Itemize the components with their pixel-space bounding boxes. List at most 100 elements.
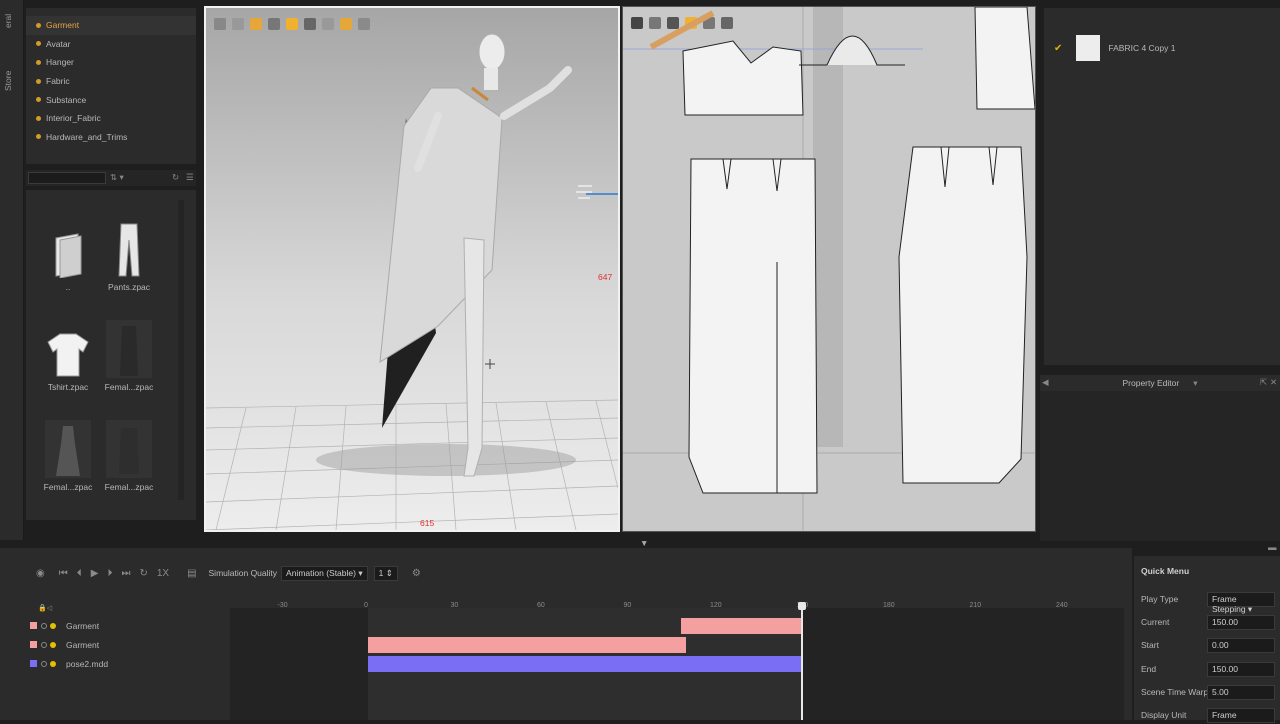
step-back-icon[interactable]: ⏴ — [77, 568, 82, 579]
simulation-quality-select[interactable]: Animation (Stable) ▾ — [281, 565, 368, 581]
sort-icon[interactable]: ⇅ ▾ — [110, 172, 124, 183]
track-pose2[interactable]: pose2.mdd — [30, 655, 108, 672]
fabric-swatch — [1076, 35, 1101, 61]
folder-dot-icon — [36, 115, 41, 121]
2d-pattern-viewport[interactable] — [622, 6, 1036, 532]
status-dot-icon — [50, 660, 56, 667]
clip-pose2[interactable] — [368, 656, 802, 672]
skip-start-icon[interactable]: ⏮ — [59, 568, 68, 579]
folder-dot-icon — [36, 59, 41, 65]
loop-icon[interactable]: ↻ — [139, 568, 147, 579]
clip-garment-1[interactable] — [681, 618, 802, 634]
female-garment-icon — [106, 320, 152, 378]
step-forward-icon[interactable]: ⏵ — [107, 568, 112, 579]
library-item-garment[interactable]: Garment — [26, 16, 196, 35]
file-item-tshirt[interactable]: Tshirt.zpac — [38, 320, 98, 392]
3d-viewport[interactable]: 647 615 — [204, 6, 620, 532]
end-row: End 150.00 — [1141, 660, 1275, 678]
start-input[interactable]: 0.00 — [1207, 637, 1275, 653]
visibility-icon[interactable] — [41, 622, 47, 629]
playhead-handle[interactable] — [798, 602, 806, 610]
time-warp-row: Scene Time Warp 5.00 — [1141, 683, 1275, 701]
playhead[interactable] — [801, 604, 803, 720]
track-color-swatch — [30, 660, 37, 667]
current-row: Current 150.00 — [1141, 613, 1275, 631]
skip-end-icon[interactable]: ⏭ — [121, 568, 130, 579]
status-dot-icon — [50, 641, 56, 648]
collapse-icon[interactable]: ▬ — [1268, 542, 1277, 552]
library-item-substance[interactable]: Substance — [26, 90, 196, 109]
collapse-timeline-icon[interactable]: ▼ — [640, 538, 648, 548]
display-unit-row: Display Unit Frame — [1141, 706, 1275, 724]
library-item-hardware-trims[interactable]: Hardware_and_Trims — [26, 128, 196, 147]
visibility-icon[interactable] — [41, 660, 47, 667]
tshirt-icon — [45, 320, 91, 378]
quick-menu-panel: Quick Menu Play Type Frame Stepping ▾ Cur… — [1134, 542, 1280, 723]
library-item-fabric[interactable]: Fabric — [26, 72, 196, 91]
record-icon[interactable]: ◉ — [36, 568, 45, 579]
file-item-pants[interactable]: Pants.zpac — [99, 220, 159, 292]
settings-icon[interactable]: ⚙ — [412, 568, 421, 579]
track-color-swatch — [30, 622, 37, 629]
library-item-avatar[interactable]: Avatar — [26, 35, 196, 54]
library-scrollbar[interactable] — [178, 200, 184, 500]
folder-dot-icon — [36, 22, 41, 28]
display-unit-select[interactable]: Frame — [1207, 707, 1275, 723]
track-garment-2[interactable]: Garment — [30, 636, 99, 653]
status-dot-icon — [50, 622, 56, 629]
step-stepper[interactable]: 1 ⇕ — [373, 565, 398, 581]
play-type-select[interactable]: Frame Stepping ▾ — [1207, 591, 1275, 614]
track-color-swatch — [30, 641, 37, 648]
vertex-count-label: 647 — [598, 272, 613, 282]
library-item-hanger[interactable]: Hanger — [26, 53, 196, 72]
dropdown-icon[interactable]: ▾ — [1193, 378, 1197, 389]
timeline-toolbar: ◉ ⏮ ⏴ ▶ ⏵ ⏭ ↻ 1X ▤ Simulation Quality An… — [0, 562, 1132, 584]
rail-tab-store[interactable]: Store — [3, 66, 21, 96]
3d-scene — [206, 33, 618, 530]
timeline-panel: ◉ ⏮ ⏴ ▶ ⏵ ⏭ ↻ 1X ▤ Simulation Quality An… — [0, 548, 1132, 720]
left-rail: eral Store — [0, 0, 24, 540]
folder-dot-icon — [36, 97, 41, 103]
file-item-parent[interactable]: .. — [38, 220, 98, 292]
folder-dot-icon — [36, 78, 41, 84]
file-item-female-2[interactable]: Femal...zpac — [38, 420, 98, 492]
checkmark-icon: ✔ — [1054, 42, 1063, 54]
float-icon[interactable]: ⇱ — [1260, 377, 1267, 388]
rail-tab-general[interactable]: eral — [3, 8, 21, 34]
library-panel: Garment Avatar Hanger Fabric Substance I… — [26, 8, 196, 164]
close-icon[interactable]: ✕ — [1270, 377, 1277, 388]
lock-visibility-icon[interactable]: 🔒◁ — [38, 604, 52, 612]
time-warp-stepper[interactable]: 5.00 — [1207, 684, 1275, 700]
library-search-input[interactable] — [28, 172, 106, 184]
property-editor-body — [1040, 391, 1280, 541]
play-icon[interactable]: ▶ — [91, 568, 99, 579]
pattern-canvas — [623, 7, 1035, 531]
file-item-female-1[interactable]: Femal...zpac — [99, 320, 159, 392]
play-type-row: Play Type Frame Stepping ▾ — [1141, 590, 1275, 614]
object-browser-panel: ✔ FABRIC 4 Copy 1 — [1044, 8, 1280, 365]
folder-dot-icon — [36, 41, 41, 47]
list-view-icon[interactable]: ☰ — [186, 172, 194, 183]
female-garment-icon — [106, 420, 152, 478]
end-input[interactable]: 150.00 — [1207, 661, 1275, 677]
refresh-icon[interactable]: ↻ — [172, 172, 179, 183]
expand-arrow-icon[interactable]: ◀ — [1042, 377, 1049, 388]
file-item-female-3[interactable]: Femal...zpac — [99, 420, 159, 492]
library-toolbar: ⇅ ▾ ↻ ☰ — [26, 170, 196, 186]
dress-icon — [45, 420, 91, 478]
property-editor-header: ◀ Property Editor ▾ ⇱ ✕ — [1040, 375, 1280, 391]
clip-garment-2[interactable] — [368, 637, 686, 653]
speed-button[interactable]: 1X — [157, 568, 169, 579]
folder-icon — [45, 220, 91, 278]
simulation-quality-label: Simulation Quality — [208, 568, 278, 578]
fabric-list-item[interactable]: ✔ FABRIC 4 Copy 1 — [1054, 34, 1270, 62]
visibility-icon[interactable] — [41, 641, 47, 648]
current-input[interactable]: 150.00 — [1207, 614, 1275, 630]
quick-menu-title: Quick Menu — [1141, 566, 1190, 576]
memo-icon[interactable]: ▤ — [187, 568, 196, 579]
folder-dot-icon — [36, 134, 41, 140]
library-files: .. Pants.zpac Tshirt.zpac Femal...zpac F… — [26, 190, 196, 520]
library-item-interior-fabric[interactable]: Interior_Fabric — [26, 109, 196, 128]
track-garment-1[interactable]: Garment — [30, 617, 99, 634]
pants-icon — [106, 220, 152, 278]
